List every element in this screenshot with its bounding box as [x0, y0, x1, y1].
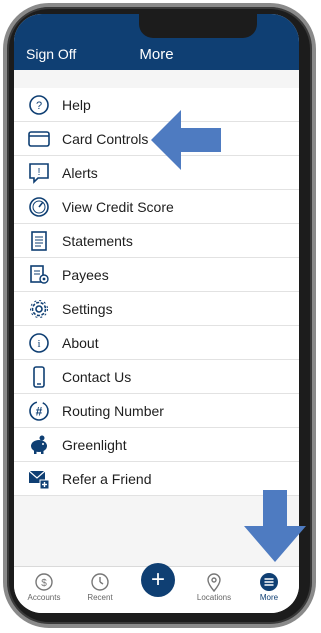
- tab-accounts[interactable]: $ Accounts: [14, 571, 74, 602]
- tab-locations[interactable]: Locations: [184, 571, 244, 602]
- payees-icon: [26, 264, 52, 286]
- clock-icon: [70, 571, 130, 593]
- menu-item-label: Card Controls: [62, 130, 149, 147]
- menu-item-label: Alerts: [62, 164, 98, 181]
- add-button[interactable]: +: [141, 563, 175, 597]
- menu-item-label: Routing Number: [62, 402, 164, 419]
- menu-item-label: Payees: [62, 266, 109, 283]
- menu-item-about[interactable]: i About: [14, 326, 299, 360]
- refer-icon: [26, 468, 52, 490]
- menu-item-contact-us[interactable]: Contact Us: [14, 360, 299, 394]
- menu-item-view-credit-score[interactable]: View Credit Score: [14, 190, 299, 224]
- menu-item-label: Contact Us: [62, 368, 132, 385]
- svg-text:#: #: [36, 404, 43, 418]
- menu-icon: [239, 571, 299, 593]
- menu-item-greenlight[interactable]: Greenlight: [14, 428, 299, 462]
- tab-more[interactable]: More: [239, 571, 299, 602]
- tab-label: Locations: [196, 593, 232, 602]
- tab-label: Accounts: [27, 593, 61, 602]
- menu-item-label: Settings: [62, 300, 113, 317]
- bottom-nav: $ Accounts Recent + Locations More: [14, 563, 299, 613]
- accounts-icon: $: [14, 571, 74, 593]
- down-arrow-annotation: [244, 490, 306, 567]
- left-arrow-annotation: [151, 110, 221, 175]
- menu-item-payees[interactable]: Payees: [14, 258, 299, 292]
- page-title: More: [139, 46, 174, 63]
- gear-icon: [26, 298, 52, 320]
- menu-item-label: Help: [62, 96, 91, 113]
- location-pin-icon: [184, 571, 244, 593]
- phone-icon: [26, 365, 52, 388]
- menu-item-settings[interactable]: Settings: [14, 292, 299, 326]
- document-icon: [26, 230, 52, 252]
- alert-icon: !: [26, 162, 52, 184]
- svg-text:!: !: [38, 167, 41, 178]
- svg-text:$: $: [41, 578, 47, 589]
- hash-icon: #: [26, 400, 52, 422]
- card-icon: [26, 128, 52, 150]
- tab-recent[interactable]: Recent: [70, 571, 130, 602]
- menu-item-statements[interactable]: Statements: [14, 224, 299, 258]
- menu-item-label: Statements: [62, 232, 133, 249]
- menu-item-label: Greenlight: [62, 436, 127, 453]
- info-icon: i: [26, 332, 52, 354]
- menu-item-label: Refer a Friend: [62, 470, 152, 487]
- menu-item-label: About: [62, 334, 99, 351]
- svg-text:i: i: [37, 338, 40, 350]
- plus-icon: +: [150, 566, 165, 593]
- phone-notch: [139, 14, 257, 38]
- svg-text:?: ?: [36, 100, 42, 112]
- piggy-bank-icon: [26, 434, 52, 456]
- menu-item-routing-number[interactable]: # Routing Number: [14, 394, 299, 428]
- tab-label: More: [259, 593, 279, 602]
- menu-item-label: View Credit Score: [62, 198, 174, 215]
- gauge-icon: [26, 196, 52, 218]
- tab-label: Recent: [87, 593, 113, 602]
- help-icon: ?: [26, 94, 52, 116]
